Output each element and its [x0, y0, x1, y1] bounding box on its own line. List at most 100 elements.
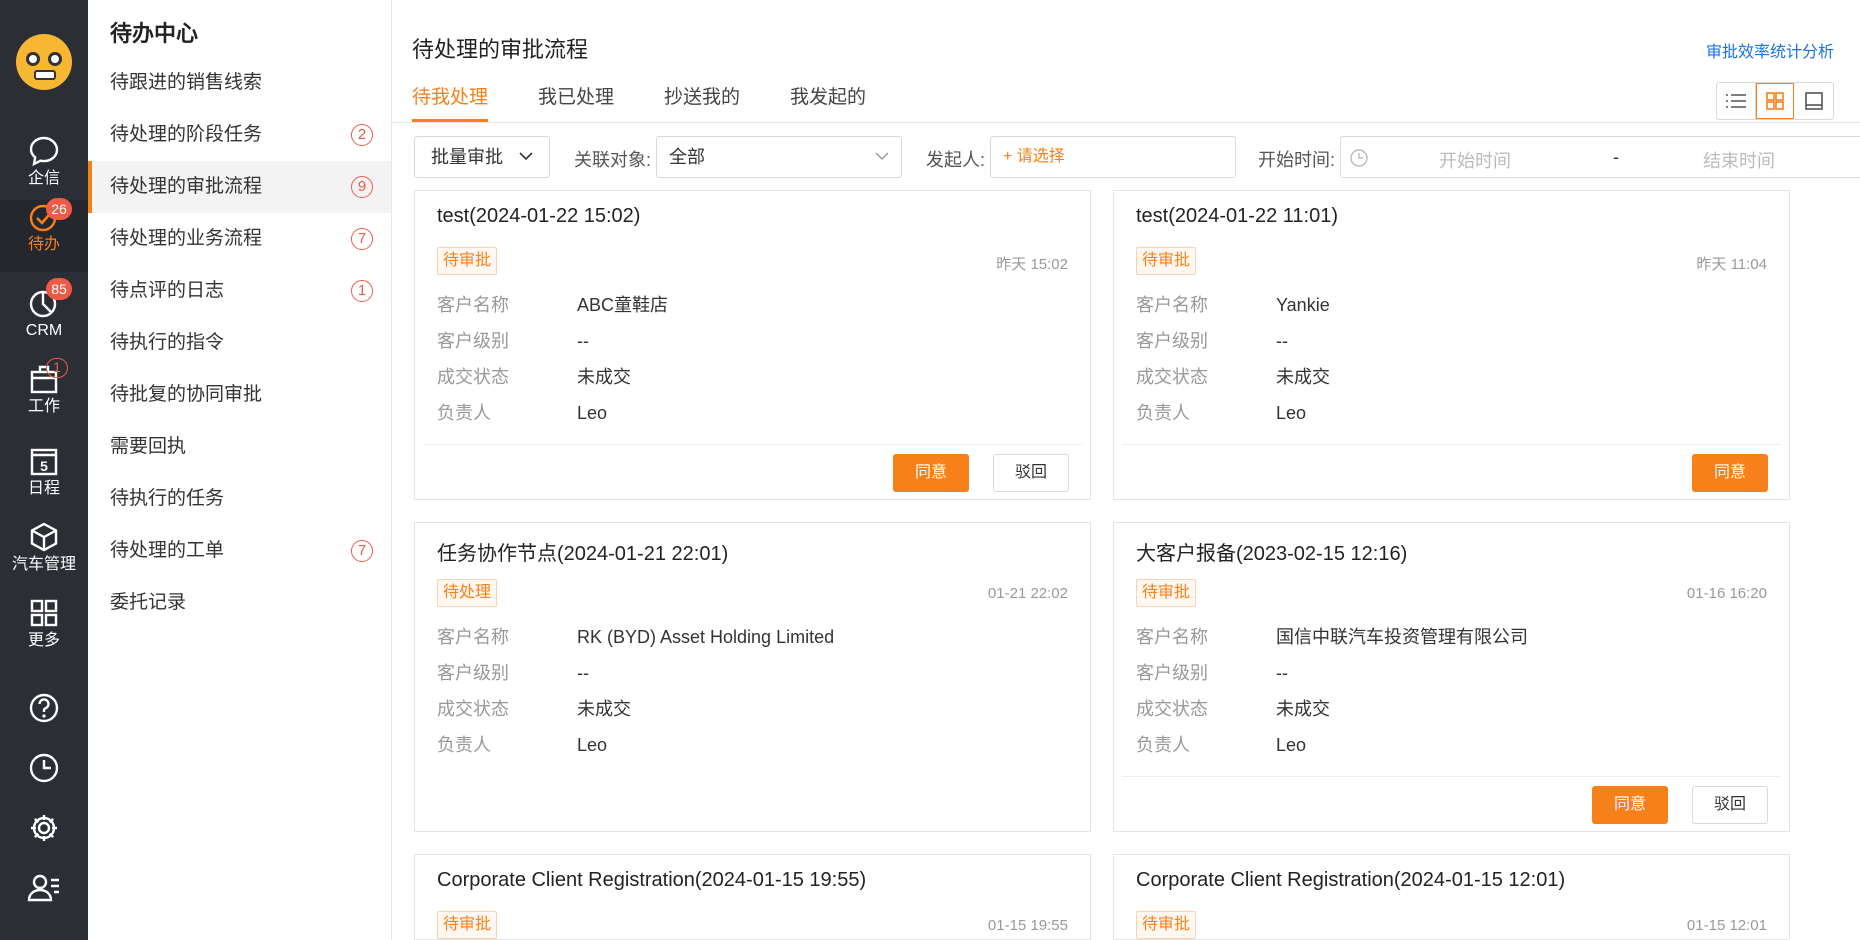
tabs-divider	[392, 122, 1860, 123]
rail-item-crm[interactable]: CRM 85	[0, 278, 88, 358]
sidebar-item-tasks[interactable]: 待执行的任务	[88, 473, 391, 525]
sidebar-item-instructions[interactable]: 待执行的指令	[88, 317, 391, 369]
batch-approve-label: 批量审批	[431, 147, 503, 167]
approval-card[interactable]: test(2024-01-22 11:01) 待审批 昨天 11:04 客户名称…	[1113, 190, 1790, 500]
field-key: 客户名称	[437, 295, 509, 315]
field-key: 负责人	[437, 403, 491, 423]
field-key: 客户名称	[1136, 295, 1208, 315]
related-object-label: 关联对象:	[574, 150, 652, 170]
rail-item-label: 待办	[27, 236, 60, 253]
sidebar-item-label: 委托记录	[110, 592, 187, 613]
sidebar-item-label: 待处理的工单	[110, 540, 225, 561]
reject-button[interactable]: 驳回	[993, 454, 1069, 492]
approval-card[interactable]: test(2024-01-22 15:02) 待审批 昨天 15:02 客户名称…	[414, 190, 1091, 500]
sidebar-item-sales-leads[interactable]: 待跟进的销售线索	[88, 57, 391, 109]
stats-analysis-link[interactable]: 审批效率统计分析	[1706, 38, 1834, 62]
rail-item-todo[interactable]: 待办 26	[0, 198, 88, 272]
field-key: 客户名称	[437, 627, 509, 647]
tab-to-me[interactable]: 待我处理	[412, 82, 489, 122]
help-icon[interactable]	[24, 688, 64, 728]
status-tag: 待审批	[1136, 579, 1197, 607]
settings-gear-icon[interactable]	[24, 808, 64, 848]
start-date-input[interactable]: 开始时间	[1439, 147, 1511, 173]
sidebar-item-business-flows[interactable]: 待处理的业务流程 7	[88, 213, 391, 265]
field-value: Leo	[1276, 735, 1307, 755]
sidebar-item-logs[interactable]: 待点评的日志 1	[88, 265, 391, 317]
grid-icon	[30, 599, 58, 627]
field-row: 客户名称 国信中联汽车投资管理有限公司	[1136, 625, 1528, 649]
history-clock-icon[interactable]	[24, 748, 64, 788]
sidebar-item-label: 需要回执	[110, 436, 187, 457]
field-row: 客户级别 --	[1136, 329, 1288, 353]
card-time: 昨天 11:04	[1696, 256, 1767, 273]
sidebar-item-delegation[interactable]: 委托记录	[88, 577, 391, 629]
status-tag: 待审批	[437, 247, 498, 275]
rail-item-schedule[interactable]: 5 日程	[0, 444, 88, 516]
rail-item-label: 日程	[27, 480, 60, 497]
app-window: 企信 待办 26 CRM 85 工作 1 5 日程 汽车管理 更多 待办中心 待…	[0, 0, 1860, 940]
field-value: Leo	[1276, 403, 1307, 423]
tab-cc[interactable]: 抄送我的	[664, 82, 740, 122]
field-row: 成交状态 未成交	[1136, 365, 1330, 389]
sidebar-item-label: 待处理的阶段任务	[110, 124, 263, 145]
field-value: Leo	[577, 735, 608, 755]
field-value: Yankie	[1276, 295, 1330, 315]
tab-processed[interactable]: 我已处理	[538, 82, 614, 122]
sidebar-item-co-approvals[interactable]: 待批复的协同审批	[88, 369, 391, 421]
todo-sidebar: 待办中心 待跟进的销售线索 待处理的阶段任务 2 待处理的审批流程 9 待处理的业务…	[88, 0, 392, 940]
field-value: --	[1276, 663, 1288, 683]
sidebar-item-label: 待处理的业务流程	[110, 228, 263, 249]
field-key: 客户级别	[1136, 331, 1208, 351]
rail-item-car[interactable]: 汽车管理	[0, 520, 88, 592]
sidebar-item-approval-flows[interactable]: 待处理的审批流程 9	[88, 161, 391, 213]
field-row: 负责人 Leo	[437, 401, 607, 425]
rail-item-chat[interactable]: 企信	[0, 134, 88, 206]
related-object-select[interactable]: 全部	[656, 136, 902, 178]
field-row: 客户级别 --	[437, 661, 589, 685]
date-range-picker[interactable]: 开始时间 - 结束时间	[1340, 136, 1860, 178]
agree-button[interactable]: 同意	[893, 454, 969, 492]
approval-card[interactable]: 大客户报备(2023-02-15 12:16) 待审批 01-16 16:20 …	[1113, 522, 1790, 832]
sidebar-item-receipts[interactable]: 需要回执	[88, 421, 391, 473]
approval-card[interactable]: Corporate Client Registration(2024-01-15…	[1113, 854, 1790, 940]
clock-icon	[1350, 149, 1368, 167]
field-row: 客户名称 RK (BYD) Asset Holding Limited	[437, 625, 834, 649]
field-row: 负责人 Leo	[1136, 733, 1306, 757]
field-row: 负责人 Leo	[1136, 401, 1306, 425]
initiator-picker[interactable]: + 请选择	[990, 136, 1236, 178]
app-logo[interactable]	[16, 34, 72, 90]
field-row: 客户级别 --	[437, 329, 589, 353]
crm-badge: 85	[46, 278, 72, 300]
todo-badge: 26	[46, 198, 72, 220]
sidebar-item-label: 待批复的协同审批	[110, 384, 263, 405]
rail-item-more[interactable]: 更多	[0, 596, 88, 668]
batch-approve-dropdown[interactable]: 批量审批	[414, 136, 550, 178]
rail-item-label: 工作	[27, 398, 60, 415]
sidebar-item-work-orders[interactable]: 待处理的工单 7	[88, 525, 391, 577]
card-time: 01-21 22:02	[987, 585, 1068, 602]
card-view-button[interactable]	[1755, 83, 1795, 119]
field-value: --	[1276, 331, 1288, 351]
card-title: Corporate Client Registration(2024-01-15…	[437, 869, 867, 891]
sidebar-item-stage-tasks[interactable]: 待处理的阶段任务 2	[88, 109, 391, 161]
view-toggle	[1716, 82, 1834, 120]
sidebar-item-label: 待跟进的销售线索	[110, 72, 263, 93]
field-row: 客户名称 ABC童鞋店	[437, 293, 668, 317]
tab-initiated[interactable]: 我发起的	[790, 82, 866, 122]
status-tag: 待审批	[1136, 911, 1197, 939]
user-list-icon[interactable]	[24, 868, 64, 908]
reject-button[interactable]: 驳回	[1692, 786, 1768, 824]
approval-card[interactable]: 任务协作节点(2024-01-21 22:01) 待处理 01-21 22:02…	[414, 522, 1091, 832]
related-object-value: 全部	[669, 147, 705, 167]
end-date-input[interactable]: 结束时间	[1703, 147, 1775, 173]
agree-button[interactable]: 同意	[1692, 454, 1768, 492]
split-view-button[interactable]	[1794, 83, 1833, 119]
card-time: 01-16 16:20	[1686, 585, 1767, 602]
list-view-button[interactable]	[1717, 83, 1756, 119]
rail-item-work[interactable]: 工作 1	[0, 358, 88, 434]
field-value: 未成交	[577, 699, 631, 719]
count-badge: 7	[351, 228, 373, 250]
start-time-label: 开始时间:	[1258, 150, 1336, 170]
approval-card[interactable]: Corporate Client Registration(2024-01-15…	[414, 854, 1091, 940]
agree-button[interactable]: 同意	[1592, 786, 1668, 824]
